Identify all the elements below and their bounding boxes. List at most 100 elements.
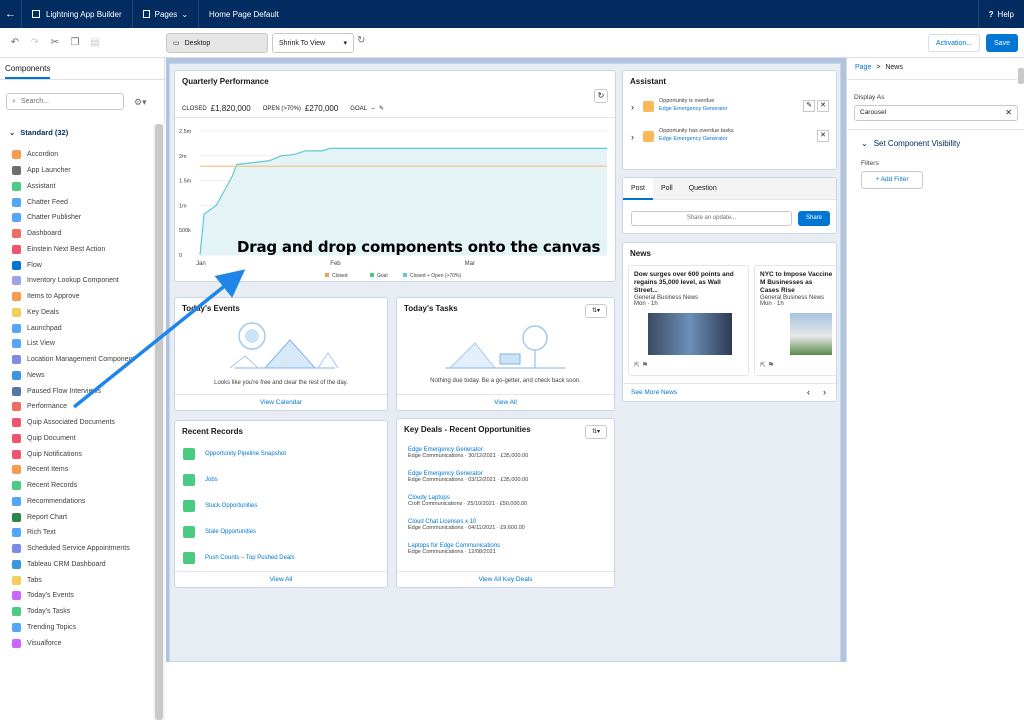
share-button[interactable]: Share bbox=[798, 211, 830, 226]
component-item[interactable]: Assistant bbox=[12, 179, 152, 195]
component-item[interactable]: List View bbox=[12, 336, 152, 352]
copy-icon[interactable]: ❐ bbox=[66, 34, 84, 52]
component-item[interactable]: Launchpad bbox=[12, 320, 152, 336]
publisher-tab[interactable]: Question bbox=[681, 178, 725, 200]
view-mode-select[interactable]: Shrink To View ▾ bbox=[272, 33, 354, 53]
display-as-field[interactable]: Carousel ✕ bbox=[854, 105, 1018, 121]
recent-record-link[interactable]: Opportunity Pipeline Snapshot bbox=[205, 451, 286, 457]
component-item[interactable]: Report Chart bbox=[12, 509, 152, 525]
close-icon[interactable]: ✕ bbox=[1005, 106, 1012, 120]
share-icon[interactable]: ⇱ bbox=[760, 362, 766, 369]
component-item[interactable]: Tableau CRM Dashboard bbox=[12, 557, 152, 573]
key-deal-item[interactable]: Laptops for Edge Communications Edge Comm… bbox=[408, 543, 528, 567]
device-selector[interactable]: ▭ Desktop bbox=[166, 33, 268, 53]
component-item[interactable]: Quip Document bbox=[12, 431, 152, 447]
key-deal-item[interactable]: Cloudy Laptops Croft Communications · 25/… bbox=[408, 495, 528, 519]
scrollbar-thumb[interactable] bbox=[155, 124, 163, 720]
chevron-right-icon[interactable]: › bbox=[631, 132, 634, 142]
component-item[interactable]: Visualforce bbox=[12, 635, 152, 651]
todays-events-card[interactable]: Today's Events Looks like you're free an… bbox=[174, 297, 388, 411]
recent-records-card[interactable]: Recent Records Opportunity Pipeline Snap… bbox=[174, 420, 388, 588]
component-item[interactable]: Rich Text bbox=[12, 525, 152, 541]
recent-record-item[interactable]: Jobs bbox=[183, 467, 295, 493]
component-item[interactable]: Einstein Next Best Action bbox=[12, 242, 152, 258]
recent-record-item[interactable]: Push Counts – Top Pushed Deals bbox=[183, 545, 295, 571]
flag-icon[interactable]: ⚑ bbox=[768, 362, 774, 369]
component-item[interactable]: Chatter Publisher bbox=[12, 210, 152, 226]
deals-filter-menu[interactable]: ⇅▾ bbox=[585, 425, 607, 439]
pencil-icon[interactable]: ✎ bbox=[379, 105, 384, 112]
search-input[interactable]: ⌕ Search... bbox=[6, 93, 124, 110]
component-item[interactable]: Recommendations bbox=[12, 494, 152, 510]
help-button[interactable]: ? Help bbox=[977, 0, 1024, 28]
todays-tasks-card[interactable]: Today's Tasks ⇅▾ Nothing due today. Be a… bbox=[396, 297, 615, 411]
view-all-key-deals-link[interactable]: View All Key Deals bbox=[397, 571, 614, 587]
refresh-icon[interactable]: ↻ bbox=[357, 35, 365, 46]
component-item[interactable]: News bbox=[12, 368, 152, 384]
share-update-input[interactable]: Share an update... bbox=[631, 211, 792, 226]
component-item[interactable]: Location Management Component bbox=[12, 352, 152, 368]
recent-record-link[interactable]: Push Counts – Top Pushed Deals bbox=[205, 555, 295, 561]
component-item[interactable]: Quip Notifications bbox=[12, 446, 152, 462]
news-item[interactable]: Dow surges over 600 points and regains 3… bbox=[628, 265, 749, 376]
paste-icon[interactable]: ▤ bbox=[86, 34, 104, 52]
component-item[interactable]: Inventory Lookup Component bbox=[12, 273, 152, 289]
add-filter-button[interactable]: + Add Filter bbox=[861, 171, 923, 189]
recent-record-item[interactable]: Stuck Opportunities bbox=[183, 493, 295, 519]
component-item[interactable]: Today's Events bbox=[12, 588, 152, 604]
component-item[interactable]: Items to Approve bbox=[12, 289, 152, 305]
component-item[interactable]: Accordion bbox=[12, 147, 152, 163]
component-item[interactable]: Chatter Feed bbox=[12, 194, 152, 210]
assistant-item[interactable]: › Opportunity is overdue Edge Emergency Ge… bbox=[631, 97, 831, 121]
gear-icon[interactable]: ⚙▾ bbox=[134, 97, 147, 108]
task-filter-menu[interactable]: ⇅▾ bbox=[585, 304, 607, 318]
key-deals-card[interactable]: Key Deals - Recent Opportunities ⇅▾ Edge… bbox=[396, 418, 615, 588]
component-item[interactable]: Recent Items bbox=[12, 462, 152, 478]
chevron-right-icon[interactable]: › bbox=[631, 102, 634, 112]
component-item[interactable]: Quip Associated Documents bbox=[12, 415, 152, 431]
component-item[interactable]: Scheduled Service Appointments bbox=[12, 541, 152, 557]
view-calendar-link[interactable]: View Calendar bbox=[175, 394, 387, 410]
component-item[interactable]: Recent Records bbox=[12, 478, 152, 494]
left-scrollbar[interactable] bbox=[153, 124, 165, 720]
publisher-tab[interactable]: Post bbox=[623, 177, 654, 200]
back-button[interactable]: ← bbox=[0, 0, 22, 28]
component-item[interactable]: Performance bbox=[12, 399, 152, 415]
key-deal-item[interactable]: Edge Emergency Generator Edge Communicati… bbox=[408, 471, 528, 495]
cut-icon[interactable]: ✂ bbox=[46, 34, 64, 52]
component-item[interactable]: Flow bbox=[12, 257, 152, 273]
component-item[interactable]: Today's Tasks bbox=[12, 604, 152, 620]
recent-record-link[interactable]: Jobs bbox=[205, 477, 218, 483]
standard-section-header[interactable]: ⌄ Standard (32) bbox=[9, 128, 68, 137]
tab-components[interactable]: Components bbox=[5, 64, 51, 79]
component-item[interactable]: Tabs bbox=[12, 572, 152, 588]
pages-menu[interactable]: Pages ⌄ bbox=[133, 0, 200, 28]
component-item[interactable]: App Launcher bbox=[12, 163, 152, 179]
chevron-left-icon[interactable]: ‹ bbox=[807, 387, 810, 397]
assistant-link[interactable]: Edge Emergency Generator bbox=[659, 136, 727, 142]
component-item[interactable]: Trending Topics bbox=[12, 620, 152, 636]
publisher-tab[interactable]: Poll bbox=[653, 178, 681, 200]
assistant-link[interactable]: Edge Emergency Generator bbox=[659, 106, 727, 112]
chevron-right-icon[interactable]: › bbox=[823, 387, 826, 397]
close-icon[interactable]: ✕ bbox=[817, 100, 829, 112]
recent-record-item[interactable]: Opportunity Pipeline Snapshot bbox=[183, 441, 295, 467]
redo-icon[interactable]: ↷ bbox=[26, 34, 44, 52]
component-item[interactable]: Dashboard bbox=[12, 226, 152, 242]
share-icon[interactable]: ⇱ bbox=[634, 362, 640, 369]
flag-icon[interactable]: ⚑ bbox=[642, 362, 648, 369]
activation-button[interactable]: Activation... bbox=[928, 34, 980, 52]
refresh-chart-button[interactable]: ↻ bbox=[594, 89, 608, 103]
key-deal-item[interactable]: Edge Emergency Generator Edge Communicati… bbox=[408, 447, 528, 471]
component-item[interactable]: Key Deals bbox=[12, 305, 152, 321]
view-all-tasks-link[interactable]: View All bbox=[397, 394, 614, 410]
news-card[interactable]: News Dow surges over 600 points and rega… bbox=[622, 242, 838, 402]
recent-record-item[interactable]: Stale Opportunities bbox=[183, 519, 295, 545]
close-icon[interactable]: ✕ bbox=[817, 130, 829, 142]
undo-icon[interactable]: ↶ bbox=[6, 34, 24, 52]
key-deal-item[interactable]: Cloud Chat Licenses x 10 Edge Communicati… bbox=[408, 519, 528, 543]
component-item[interactable]: Paused Flow Interviews bbox=[12, 383, 152, 399]
right-scrollbar[interactable] bbox=[1018, 68, 1024, 84]
recent-record-link[interactable]: Stale Opportunities bbox=[205, 529, 256, 535]
save-button[interactable]: Save bbox=[986, 34, 1018, 52]
